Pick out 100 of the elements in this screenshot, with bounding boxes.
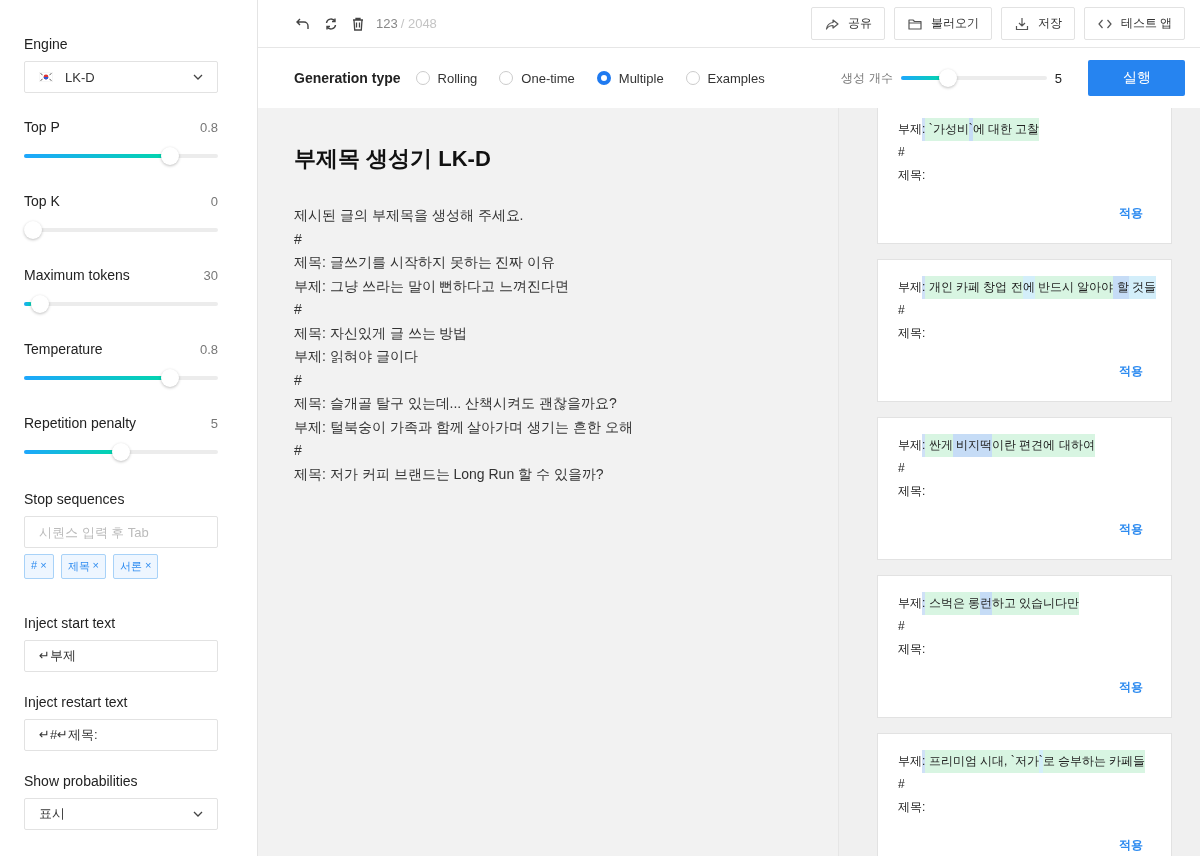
radio-label[interactable]: Multiple [618,70,664,86]
chevron-down-icon [193,811,203,817]
result-text: 부제 [898,279,922,296]
engine-select[interactable]: LK-D [24,61,218,93]
result-text: 부제 [898,121,922,138]
slider-thumb[interactable] [939,69,958,87]
show-probabilities-label: Show probabilities [24,773,139,789]
slider-value: 0.8 [199,119,218,135]
slider-label: Temperature [24,341,103,357]
slider-value: 0.8 [199,341,218,357]
token-highlight: 로 승부하는 카페들 [1042,750,1146,773]
sequence-input-field[interactable]: 시퀀스 입력 후 Tab [24,516,218,548]
share-button[interactable]: 공유 [810,7,885,40]
prompt-line: # [294,300,303,319]
engine-value: LK-D [65,69,95,85]
radio-button[interactable] [596,71,611,85]
token-highlight: 것들 [1128,276,1157,299]
result-text: 제목: [898,483,927,500]
radio-button[interactable] [685,71,700,85]
prompt-line: 부제: 털북숭이 가족과 함께 살아가며 생기는 흔한 오해 [294,417,635,437]
stop-sequences-label: Stop sequences [24,491,126,507]
token-highlight: `가성비 [925,118,969,141]
inject-restart-field[interactable]: ↵#↵제목: [24,719,218,751]
radio-label[interactable]: Rolling [437,70,478,86]
generation-type-label: Generation type [294,70,401,86]
token-limit: / 2048 [400,16,437,31]
refresh-icon[interactable] [324,16,338,31]
result-text: # [898,302,906,319]
token-highlight: 개인 카페 창업 전 [925,276,1023,299]
prompt-line: 제목: 글쓰기를 시작하지 못하는 진짜 이유 [294,253,557,272]
slider-label: Top K [24,193,60,209]
token-highlight: 반드시 알아야 [1034,276,1114,299]
token-highlight: 싼게 [925,434,953,457]
trash-icon[interactable] [352,16,364,31]
radio-label[interactable]: Examples [707,70,765,86]
token-highlight: 프리미엄 시대, `저가 [925,750,1039,773]
inject-restart-label: Inject restart text [24,694,129,710]
token-highlight: 에 대한 고찰 [972,118,1040,141]
count-value: 5 [1054,70,1062,86]
count-label: 생성 개수 [841,69,893,87]
slider-thumb[interactable] [31,295,50,313]
slider-thumb[interactable] [112,443,130,461]
run-button[interactable]: 실행 [1088,60,1185,96]
chevron-down-icon [193,74,203,80]
result-text: 제목: [898,799,927,816]
result-text: 부제 [898,595,922,612]
result-text: 제목: [898,325,927,342]
download-icon [1013,15,1030,32]
prompt-line: 제목: 저가 커피 브랜드는 Long Run 할 수 있을까? [294,464,605,484]
token-highlight: ` [968,118,973,141]
load-button[interactable]: 불러오기 [893,7,992,40]
save-button[interactable]: 저장 [1000,7,1075,40]
slider-track[interactable] [24,369,218,387]
slider-thumb[interactable] [161,147,180,165]
result-text: 부제 [898,753,922,770]
result-text: 제목: [898,641,927,658]
result-text: # [898,144,906,161]
inject-start-label: Inject start text [24,615,117,631]
prompt-title: 부제목 생성기 LK-D [294,145,492,173]
prompt-line: 제시된 글의 부제목을 생성해 주세요. [294,206,525,225]
slider-track[interactable] [24,221,218,239]
prompt-line: 부제: 그냥 쓰라는 말이 뻔하다고 느껴진다면 [294,276,571,296]
prompt-line: 제목: 자신있게 글 쓰는 방법 [294,323,469,343]
slider-value: 5 [210,415,218,431]
prompt-line: 부제: 읽혀야 글이다 [294,347,419,366]
token-highlight: 비지떡 [952,434,993,457]
slider-track[interactable] [24,147,218,165]
slider-value: 0 [210,193,218,209]
token-highlight: : [922,750,926,773]
probabilities-select[interactable]: 표시 [24,798,218,830]
result-text: 부제 [898,437,922,454]
token-count: 123 [376,16,398,31]
inject-start-field[interactable]: ↵부제 [24,640,218,672]
result-text: # [898,776,906,793]
slider-value: 30 [203,267,218,283]
slider-label: Top P [24,119,60,135]
token-highlight: 할 [1113,276,1129,299]
result-text: # [898,618,906,635]
slider-label: Repetition penalty [24,415,137,431]
prompt-line: 제목: 슬개골 탈구 있는데... 산책시켜도 괜찮을까요? [294,394,618,413]
result-text: # [898,460,906,477]
slider-track[interactable] [24,295,218,313]
slider-track[interactable] [900,69,1047,87]
flag-icon [39,72,53,82]
slider-thumb[interactable] [161,369,180,387]
engine-label: Engine [24,36,69,52]
radio-button[interactable] [499,71,514,85]
undo-icon[interactable] [296,17,310,30]
token-highlight: 런 [980,592,992,615]
test-app-button[interactable]: 테스트 앱 [1083,7,1185,40]
token-highlight: : [922,276,926,299]
slider-track[interactable] [24,443,218,461]
prompt-line: # [294,229,303,249]
radio-button[interactable] [415,71,430,85]
slider-thumb[interactable] [24,221,42,239]
prompt-line: # [294,441,303,460]
prompt-line: # [294,370,303,390]
radio-label[interactable]: One-time [521,70,575,86]
token-highlight: : [922,592,926,615]
result-text: 제목: [898,167,927,184]
